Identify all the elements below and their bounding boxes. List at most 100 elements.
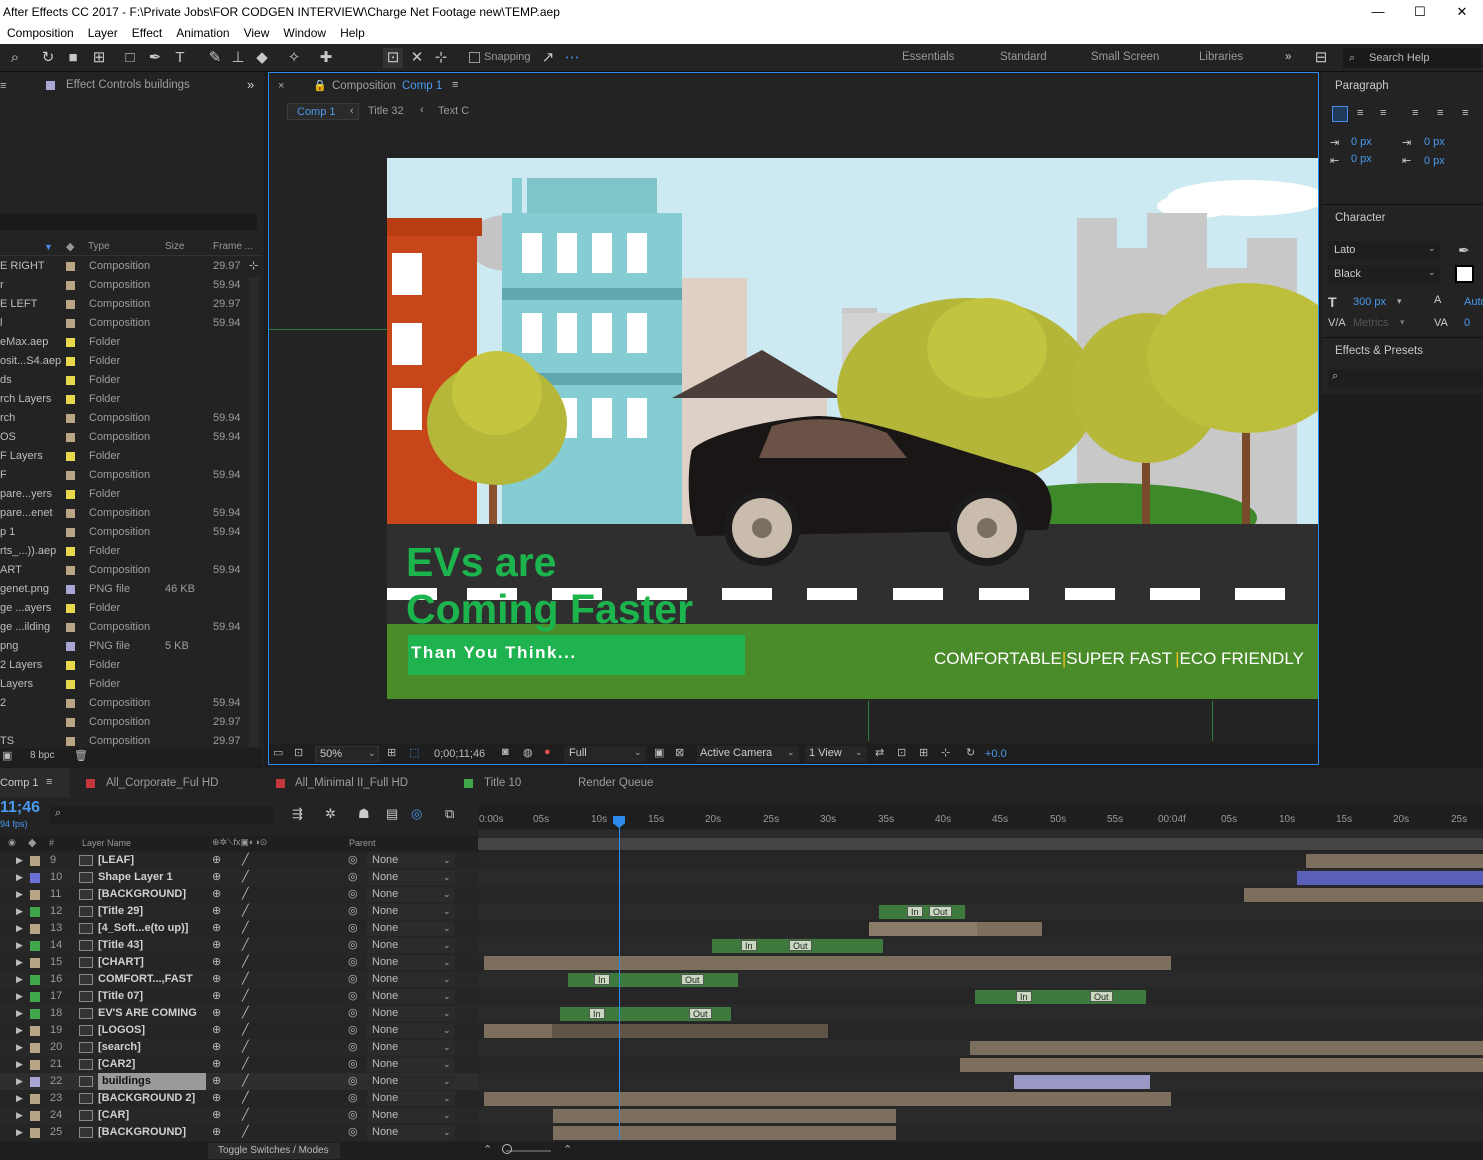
shy-switch-icon[interactable]: ⊕ bbox=[212, 886, 221, 903]
keyframe-out-marker[interactable]: Out bbox=[681, 974, 704, 985]
composition-viewer-frame[interactable]: EVs are Coming Faster Than You Think... … bbox=[387, 158, 1318, 699]
tracking-value[interactable]: 0 bbox=[1464, 317, 1470, 329]
kerning-value[interactable]: Metrics bbox=[1353, 317, 1388, 329]
layer-row[interactable]: ▶ 21 [CAR2] ⊕ ╱ ◎ None ⌄ bbox=[0, 1056, 478, 1073]
parent-dropdown[interactable]: None ⌄ bbox=[367, 938, 455, 953]
shy-layers-icon[interactable]: ☗ bbox=[358, 806, 370, 822]
menu-composition[interactable]: Composition bbox=[0, 24, 81, 44]
snapping-checkbox[interactable] bbox=[469, 52, 480, 63]
view-layout-dropdown[interactable]: 1 View ⌄ bbox=[805, 746, 867, 762]
parent-pickwhip-icon[interactable]: ◎ bbox=[348, 1056, 358, 1073]
expand-layer-icon[interactable]: ▶ bbox=[16, 1022, 23, 1039]
quality-switch-icon[interactable]: ╱ bbox=[242, 1039, 249, 1056]
character-title[interactable]: Character bbox=[1335, 212, 1386, 224]
keyframe-in-marker[interactable]: In bbox=[589, 1008, 605, 1019]
layer-duration-bar[interactable]: In Out bbox=[568, 973, 738, 987]
keyframe-in-marker[interactable]: In bbox=[741, 940, 757, 951]
shy-switch-icon[interactable]: ⊕ bbox=[212, 1022, 221, 1039]
quality-switch-icon[interactable]: ╱ bbox=[242, 1107, 249, 1124]
expand-layer-icon[interactable]: ▶ bbox=[16, 1056, 23, 1073]
rotate-tool-icon[interactable]: ↻ bbox=[38, 48, 58, 68]
zoom-out-icon[interactable]: ⌃ bbox=[483, 1143, 492, 1156]
sync-settings-icon[interactable]: ⊟ bbox=[1311, 48, 1331, 68]
layer-duration-bar[interactable]: In Out bbox=[879, 905, 965, 919]
layer-label-swatch[interactable] bbox=[30, 1094, 40, 1104]
tab-effect-controls[interactable]: Effect Controls buildings bbox=[66, 79, 190, 91]
project-item-row[interactable]: rts_...)).aep Folder bbox=[0, 542, 262, 561]
project-item-row[interactable]: ART Composition 59.94 bbox=[0, 561, 262, 580]
eraser-tool-icon[interactable]: ◆ bbox=[252, 48, 272, 68]
layer-row[interactable]: ▶ 17 [Title 07] ⊕ ╱ ◎ None ⌄ bbox=[0, 988, 478, 1005]
layer-label-swatch[interactable] bbox=[30, 1009, 40, 1019]
project-item-row[interactable]: 2 Layers Folder bbox=[0, 656, 262, 675]
layer-duration-bar[interactable] bbox=[1306, 854, 1483, 868]
shy-switch-icon[interactable]: ⊕ bbox=[212, 988, 221, 1005]
timeline-icon[interactable]: ⊞ bbox=[919, 746, 928, 759]
quality-switch-icon[interactable]: ╱ bbox=[242, 971, 249, 988]
composition-tab-label[interactable]: Composition bbox=[332, 80, 396, 92]
keyframe-in-marker[interactable]: In bbox=[907, 906, 923, 917]
parent-pickwhip-icon[interactable]: ◎ bbox=[348, 1073, 358, 1090]
parent-dropdown[interactable]: None ⌄ bbox=[367, 1091, 455, 1106]
layer-name[interactable]: Shape Layer 1 bbox=[98, 869, 173, 886]
shy-switch-icon[interactable]: ⊕ bbox=[212, 971, 221, 988]
item-label-swatch[interactable] bbox=[66, 661, 75, 670]
layer-label-swatch[interactable] bbox=[30, 1077, 40, 1087]
shy-switch-icon[interactable]: ⊕ bbox=[212, 903, 221, 920]
item-label-swatch[interactable] bbox=[66, 357, 75, 366]
item-label-swatch[interactable] bbox=[66, 376, 75, 385]
project-item-row[interactable]: pare...enet Composition 59.94 bbox=[0, 504, 262, 523]
camera-view-dropdown[interactable]: Active Camera ⌄ bbox=[697, 746, 799, 762]
quality-switch-icon[interactable]: ╱ bbox=[242, 886, 249, 903]
trash-icon[interactable]: 🗑 bbox=[74, 749, 88, 762]
layer-row[interactable]: ▶ 15 [CHART] ⊕ ╱ ◎ None ⌄ bbox=[0, 954, 478, 971]
layer-duration-bar[interactable] bbox=[484, 956, 1171, 970]
tab-all-minimal[interactable]: All_Minimal II_Full HD bbox=[295, 777, 408, 789]
camera-tool-icon[interactable]: ■ bbox=[63, 48, 83, 68]
item-label-swatch[interactable] bbox=[66, 281, 75, 290]
size-column-header[interactable]: Size bbox=[165, 241, 184, 252]
motion-blur-icon[interactable]: ◎ bbox=[411, 806, 422, 822]
search-help-input[interactable]: ⌕ Search Help bbox=[1343, 48, 1481, 68]
layer-duration-bar[interactable] bbox=[1244, 888, 1483, 902]
layer-row[interactable]: ▶ 11 [BACKGROUND] ⊕ ╱ ◎ None ⌄ bbox=[0, 886, 478, 903]
parent-dropdown[interactable]: None ⌄ bbox=[367, 1006, 455, 1021]
layer-row[interactable]: ▶ 24 [CAR] ⊕ ╱ ◎ None ⌄ bbox=[0, 1107, 478, 1124]
keyframe-out-marker[interactable]: Out bbox=[689, 1008, 712, 1019]
brush-tool-icon[interactable]: ✎ bbox=[205, 48, 225, 68]
breadcrumb-title32[interactable]: Title 32 bbox=[368, 105, 404, 117]
always-preview-icon[interactable]: ▭ bbox=[273, 746, 283, 759]
expand-layer-icon[interactable]: ▶ bbox=[16, 988, 23, 1005]
layer-name[interactable]: [4_Soft...e(to up)] bbox=[98, 920, 188, 937]
layer-name[interactable]: [CHART] bbox=[98, 954, 144, 971]
shy-switch-icon[interactable]: ⊕ bbox=[212, 1005, 221, 1022]
item-label-swatch[interactable] bbox=[66, 566, 75, 575]
quality-switch-icon[interactable]: ╱ bbox=[242, 903, 249, 920]
layer-label-swatch[interactable] bbox=[30, 1043, 40, 1053]
keyframe-out-marker[interactable]: Out bbox=[1090, 991, 1113, 1002]
snap-features-icon[interactable]: ⋯ bbox=[562, 48, 582, 68]
composition-menu-icon[interactable]: ≡ bbox=[452, 79, 458, 91]
region-of-interest-icon[interactable]: ⊡ bbox=[294, 746, 303, 759]
expand-layer-icon[interactable]: ▶ bbox=[16, 954, 23, 971]
frame-blending-icon[interactable]: ▤ bbox=[386, 806, 398, 822]
layer-name[interactable]: [LOGOS] bbox=[98, 1022, 145, 1039]
toggle-pixel-aspect-icon[interactable]: ⇄ bbox=[875, 746, 884, 759]
fast-preview-icon[interactable]: ⊡ bbox=[897, 746, 906, 759]
layer-duration-bar[interactable]: In Out bbox=[712, 939, 883, 953]
expand-layer-icon[interactable]: ▶ bbox=[16, 1090, 23, 1107]
project-item-row[interactable]: ge ...ilding Composition 59.94 bbox=[0, 618, 262, 637]
project-item-row[interactable]: Composition 29.97 bbox=[0, 713, 262, 732]
parent-pickwhip-icon[interactable]: ◎ bbox=[348, 1090, 358, 1107]
item-label-swatch[interactable] bbox=[66, 642, 75, 651]
layer-label-swatch[interactable] bbox=[30, 1128, 40, 1138]
zoom-slider-handle[interactable] bbox=[502, 1144, 512, 1154]
parent-dropdown[interactable]: None ⌄ bbox=[367, 989, 455, 1004]
font-style-dropdown[interactable]: Black ⌄ bbox=[1328, 265, 1440, 283]
quality-switch-icon[interactable]: ╱ bbox=[242, 937, 249, 954]
timeline-menu-icon[interactable]: ≡ bbox=[46, 776, 52, 788]
layer-name[interactable]: buildings bbox=[98, 1073, 206, 1090]
quality-switch-icon[interactable]: ╱ bbox=[242, 988, 249, 1005]
menu-window[interactable]: Window bbox=[276, 24, 333, 44]
item-label-swatch[interactable] bbox=[66, 300, 75, 309]
